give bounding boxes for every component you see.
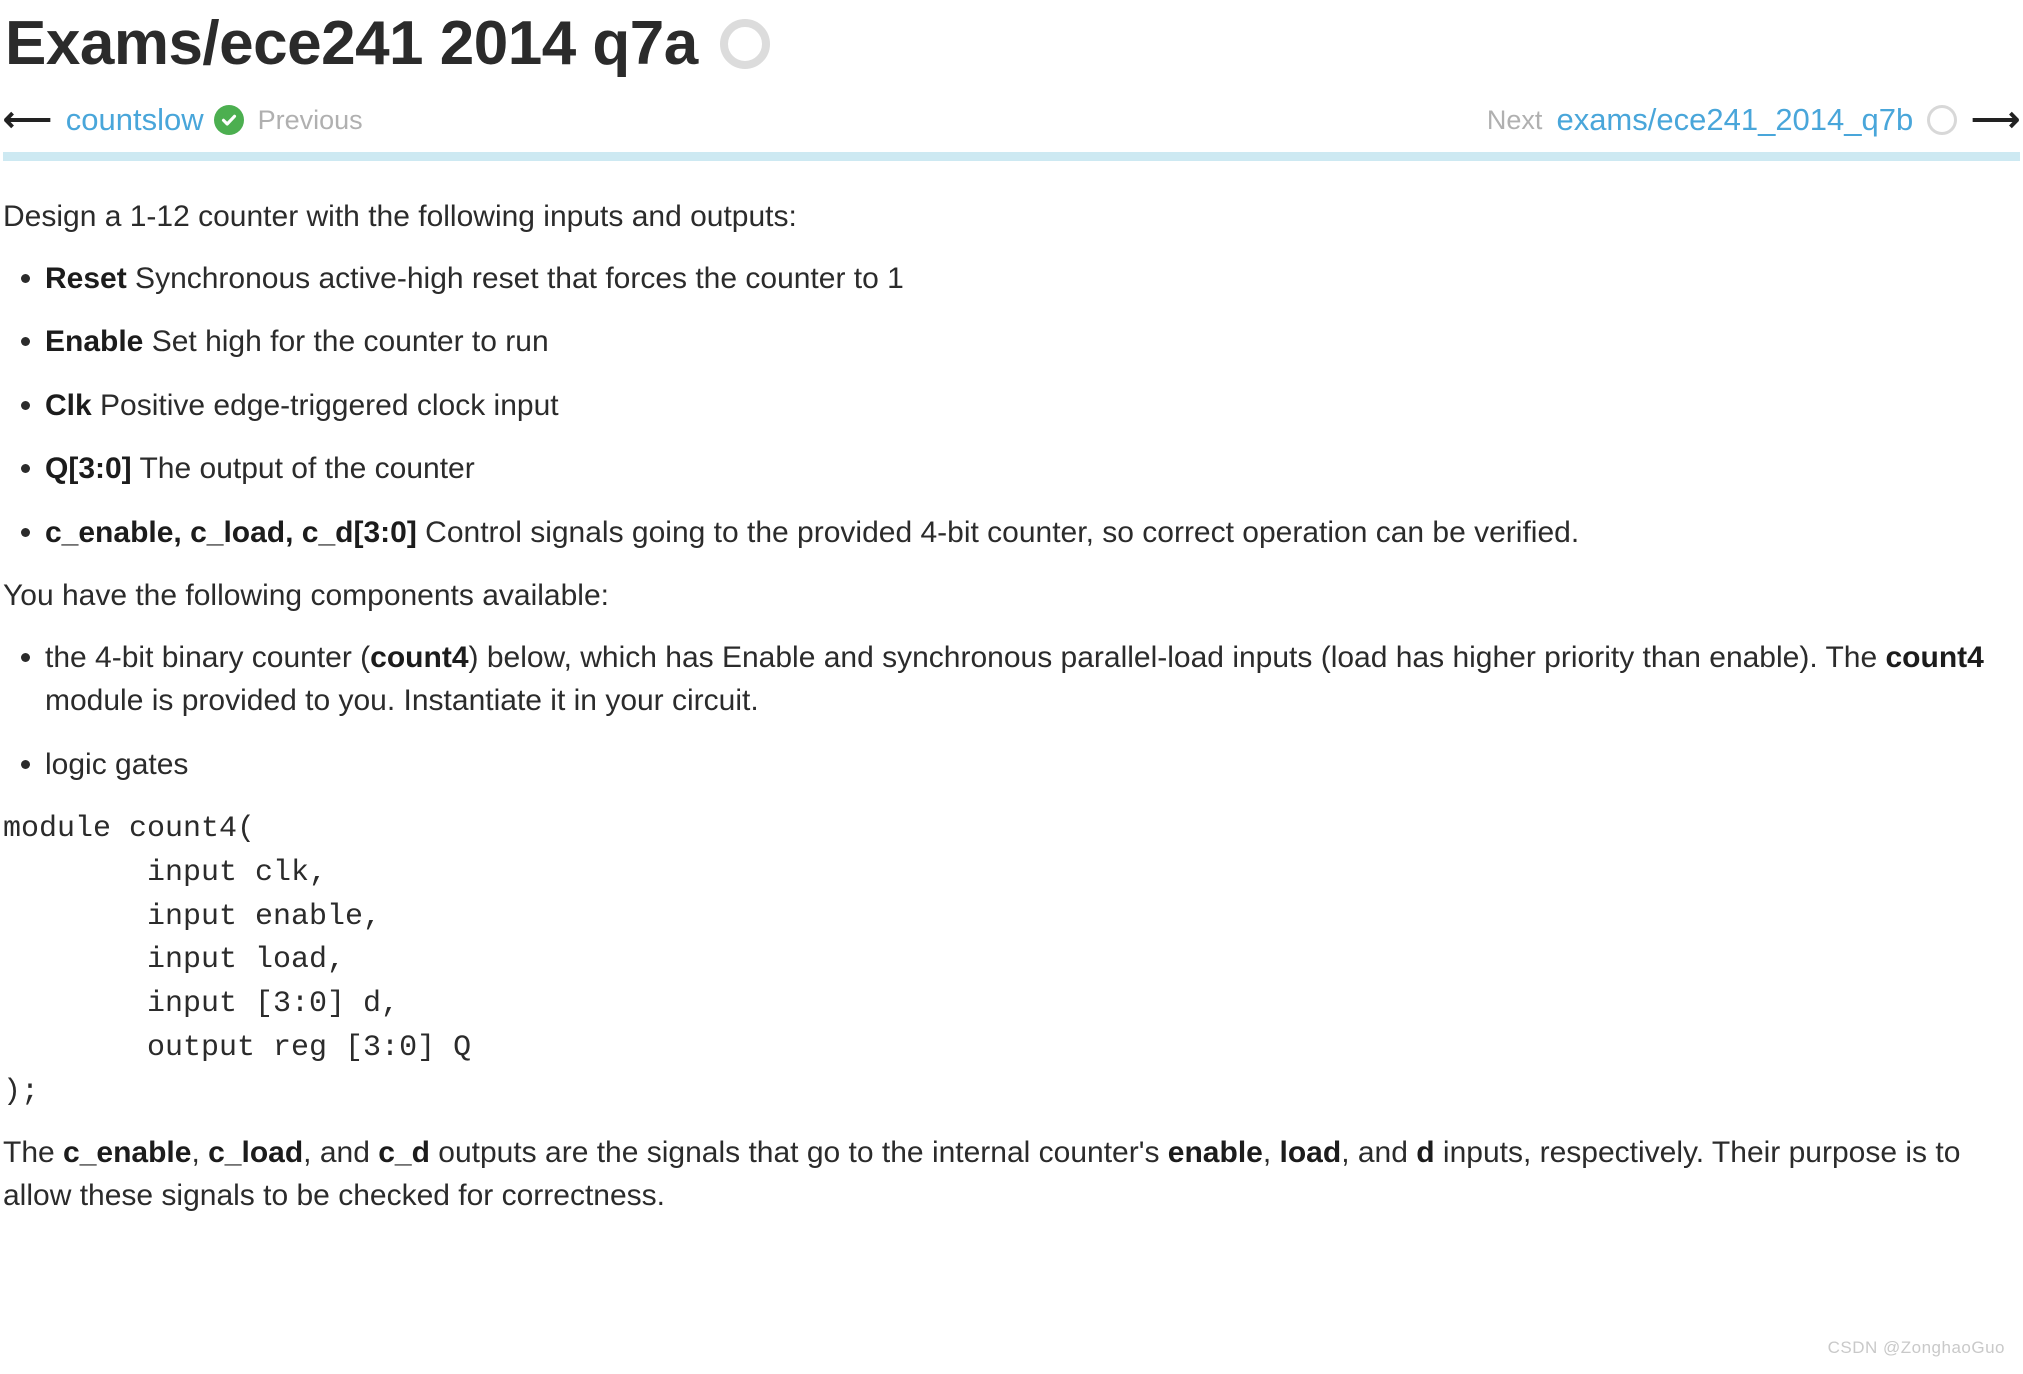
io-desc: The output of the counter	[131, 452, 475, 485]
component-text-e: module is provided to you. Instantiate i…	[45, 684, 759, 717]
io-desc: Synchronous active-high reset that force…	[126, 261, 904, 295]
signal-c-enable: c_enable	[63, 1135, 192, 1169]
io-list: Reset Synchronous active-high reset that…	[3, 257, 2020, 555]
io-desc: Positive edge-triggered clock input	[91, 388, 559, 422]
empty-circle-icon	[719, 19, 770, 69]
arrow-right-icon[interactable]: ⟶	[1971, 103, 2020, 137]
closing-text-3: , and	[303, 1135, 379, 1169]
io-desc: Control signals going to the provided 4-…	[416, 515, 1580, 549]
component-module-name-2: count4	[1885, 640, 1984, 674]
list-item: Enable Set high for the counter to run	[21, 320, 2020, 364]
list-item: logic gates	[21, 743, 2020, 787]
question-body: Design a 1-12 counter with the following…	[3, 161, 2020, 1218]
io-term: c_enable, c_load, c_d[3:0]	[45, 515, 417, 549]
list-item: c_enable, c_load, c_d[3:0] Control signa…	[21, 511, 2020, 555]
arrow-left-icon[interactable]: ⟵	[3, 103, 52, 137]
io-term: Enable	[45, 325, 144, 358]
title-row: Exams/ece241 2014 q7a	[3, 0, 2020, 86]
closing-paragraph: The c_enable, c_load, and c_d outputs ar…	[3, 1131, 2020, 1218]
io-term: Clk	[45, 388, 92, 422]
green-check-icon	[213, 105, 244, 135]
component-module-name: count4	[370, 640, 469, 674]
list-item: Q[3:0] The output of the counter	[21, 447, 2020, 491]
signal-c-load: c_load	[208, 1135, 304, 1169]
closing-text-6: , and	[1341, 1135, 1417, 1169]
watermark: CSDN @ZonghaoGuo	[1827, 1338, 2005, 1357]
closing-text-2: ,	[191, 1135, 209, 1169]
code-block: module count4( input clk, input enable, …	[3, 812, 472, 1109]
io-desc: Set high for the counter to run	[143, 325, 549, 358]
list-item: the 4-bit binary counter (count4) below,…	[21, 636, 2020, 723]
pager-next-group[interactable]: Next exams/ece241_2014_q7b ⟶	[1487, 102, 2020, 138]
list-item: Clk Positive edge-triggered clock input	[21, 384, 2020, 428]
closing-text-1: The	[3, 1135, 64, 1169]
next-label: Next	[1486, 104, 1543, 135]
signal-c-d: c_d	[378, 1135, 430, 1169]
components-list: the 4-bit binary counter (count4) below,…	[3, 636, 2020, 787]
previous-link[interactable]: countslow	[66, 102, 204, 138]
io-term: Q[3:0]	[45, 452, 132, 485]
component-text: logic gates	[45, 747, 189, 781]
signal-load: load	[1279, 1135, 1342, 1169]
page-title: Exams/ece241 2014 q7a	[5, 9, 698, 78]
intro-paragraph: Design a 1-12 counter with the following…	[3, 200, 797, 233]
pager-nav: ⟵ countslow Previous Next exams/ece241_2…	[3, 86, 2020, 148]
closing-text-4: outputs are the signals that go to the i…	[429, 1135, 1168, 1169]
components-intro: You have the following components availa…	[3, 579, 609, 612]
component-text-a: the 4-bit binary counter (	[45, 640, 371, 674]
empty-circle-icon-next	[1927, 105, 1958, 135]
page-container: Exams/ece241 2014 q7a ⟵ countslow Previo…	[0, 0, 2023, 1218]
divider	[3, 152, 2020, 161]
signal-enable: enable	[1167, 1135, 1263, 1169]
pager-previous-group[interactable]: ⟵ countslow Previous	[3, 102, 363, 138]
component-text-c: ) below, which has Enable and synchronou…	[468, 640, 1886, 674]
closing-text-5: ,	[1262, 1135, 1280, 1169]
list-item: Reset Synchronous active-high reset that…	[21, 257, 2020, 301]
previous-label: Previous	[257, 104, 363, 135]
next-link[interactable]: exams/ece241_2014_q7b	[1556, 102, 1913, 138]
signal-d: d	[1416, 1135, 1435, 1169]
io-term: Reset	[45, 261, 127, 295]
